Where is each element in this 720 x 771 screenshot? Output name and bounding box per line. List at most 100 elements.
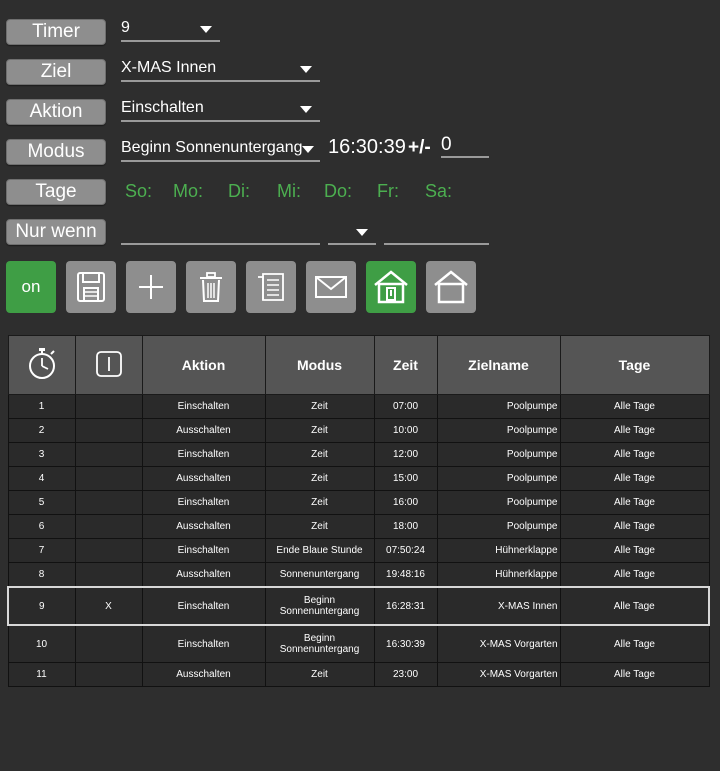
cell-nr: 11 [7,662,76,687]
table-row[interactable]: 6 Ausschalten Zeit 18:00 Poolpumpe Alle Tage [7,514,710,539]
table-row[interactable]: 1 Einschalten Zeit 07:00 Poolpumpe Alle Tage [7,394,710,419]
aktion-select[interactable]: Einschalten [121,99,320,122]
cell-nr: 8 [7,562,76,588]
cell-nr: 10 [7,624,76,663]
cell-modus: Zeit [264,442,375,467]
stopwatch-icon [28,347,55,379]
home-button[interactable] [426,261,476,313]
cell-zielname: Poolpumpe [436,418,561,443]
table-row[interactable]: 8 Ausschalten Sonnenuntergang 19:48:16 Hühne… [7,562,710,588]
cell-active [74,466,143,491]
day-friday[interactable]: Fr: [377,181,399,202]
header-modus[interactable]: Modus [264,335,375,395]
table-row[interactable]: 2 Ausschalten Zeit 10:00 Poolpumpe Alle Tage [7,418,710,443]
modus-label: Modus [6,139,106,165]
cell-aktion: Einschalten [141,394,266,419]
cell-nr: 4 [7,466,76,491]
cell-zeit: 07:50:24 [373,538,438,563]
cell-tage: Alle Tage [559,562,710,588]
cell-aktion: Ausschalten [141,466,266,491]
toggle-icon [95,350,122,377]
day-saturday[interactable]: Sa: [425,181,452,202]
nurwenn-operator-select[interactable] [328,223,376,245]
cell-tage: Alle Tage [559,442,710,467]
modus-select[interactable]: Beginn Sonnenuntergang [121,139,320,162]
cell-tage: Alle Tage [559,514,710,539]
cell-zeit: 10:00 [373,418,438,443]
day-wednesday[interactable]: Mi: [277,181,301,202]
cell-zielname: X-MAS Innen [436,586,561,626]
cell-zielname: Hühnerklappe [436,562,561,588]
chevron-down-icon [356,229,368,236]
on-button[interactable]: on [6,261,56,313]
table-row[interactable]: 7 Einschalten Ende Blaue Stunde 07:50:24 Hüh… [7,538,710,563]
add-button[interactable] [126,261,176,313]
house-icon [434,270,468,304]
nurwenn-compare-input[interactable] [384,223,489,245]
header-active [74,335,143,395]
cell-zielname: Poolpumpe [436,442,561,467]
tage-label: Tage [6,179,106,205]
cell-zielname: Poolpumpe [436,466,561,491]
day-sunday[interactable]: So: [125,181,152,202]
cell-modus: Beginn Sonnenuntergang [264,586,375,626]
plus-icon [139,275,163,299]
timer-select[interactable]: 9 [121,19,220,42]
aktion-select-value: Einschalten [121,99,204,116]
table-row[interactable]: 11 Ausschalten Zeit 23:00 X-MAS Vorgarten All… [7,662,710,687]
tage-row: Tage [6,179,106,205]
cell-modus: Zeit [264,418,375,443]
header-tage[interactable]: Tage [559,335,710,395]
offset-input[interactable]: 0 [441,134,489,158]
modus-time: 16:30:39 [328,136,406,158]
chevron-down-icon [302,146,314,153]
cell-aktion: Ausschalten [141,562,266,588]
cell-active [74,442,143,467]
table-row[interactable]: 10 Einschalten Beginn Sonnenuntergang 16:30… [7,624,710,663]
ziel-select-value: X-MAS Innen [121,59,217,76]
header-zielname[interactable]: Zielname [436,335,561,395]
cell-tage: Alle Tage [559,624,710,663]
cell-nr: 6 [7,514,76,539]
home-active-button[interactable] [366,261,416,313]
cell-zeit: 12:00 [373,442,438,467]
cell-modus: Zeit [264,490,375,515]
save-button[interactable] [66,261,116,313]
header-aktion[interactable]: Aktion [141,335,266,395]
cell-zielname: X-MAS Vorgarten [436,662,561,687]
table-row[interactable]: 9 X Einschalten Beginn Sonnenuntergang 16:28… [7,586,710,626]
delete-button[interactable] [186,261,236,313]
table-row[interactable]: 4 Ausschalten Zeit 15:00 Poolpumpe Alle Tage [7,466,710,491]
cell-zeit: 23:00 [373,662,438,687]
table-row[interactable]: 3 Einschalten Zeit 12:00 Poolpumpe Alle Tage [7,442,710,467]
offset-input-value: 0 [441,134,452,155]
list-button[interactable] [246,261,296,313]
mail-button[interactable] [306,261,356,313]
day-tuesday[interactable]: Di: [228,181,250,202]
day-monday[interactable]: Mo: [173,181,203,202]
ziel-select[interactable]: X-MAS Innen [121,59,320,82]
cell-nr: 1 [7,394,76,419]
nurwenn-label: Nur wenn [6,219,106,245]
cell-zielname: Poolpumpe [436,490,561,515]
day-thursday[interactable]: Do: [324,181,352,202]
cell-active [74,562,143,588]
chevron-down-icon [200,26,212,33]
table-row[interactable]: 5 Einschalten Zeit 16:00 Poolpumpe Alle Tage [7,490,710,515]
header-zeit[interactable]: Zeit [373,335,438,395]
cell-aktion: Ausschalten [141,662,266,687]
cell-modus: Zeit [264,394,375,419]
nurwenn-state-input[interactable] [121,223,320,245]
save-icon [77,272,105,302]
cell-zeit: 16:30:39 [373,624,438,663]
timer-row: Timer [6,19,106,45]
cell-active [74,538,143,563]
ziel-row: Ziel [6,59,106,85]
cell-active [74,490,143,515]
modus-row: Modus [6,139,106,165]
table-header-row: Aktion Modus Zeit Zielname Tage [7,335,710,395]
cell-modus: Ende Blaue Stunde [264,538,375,563]
list-icon [258,273,284,301]
cell-active [74,624,143,663]
cell-zeit: 15:00 [373,466,438,491]
